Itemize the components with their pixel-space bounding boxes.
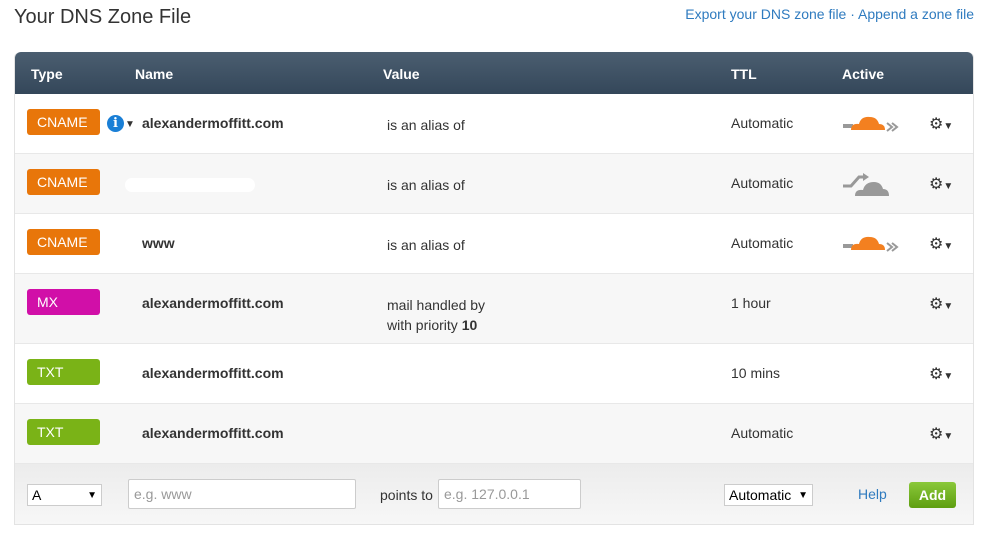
col-type: Type xyxy=(31,66,63,82)
record-row: CNAME is an alias of Automatic ⚙▼ xyxy=(15,154,973,214)
gear-icon[interactable]: ⚙▼ xyxy=(929,294,953,314)
record-ttl[interactable]: Automatic xyxy=(731,425,793,441)
name-input[interactable]: e.g. www xyxy=(128,479,356,509)
col-name: Name xyxy=(135,66,174,82)
points-to-label: points to xyxy=(380,487,433,503)
record-name[interactable]: www xyxy=(142,235,175,251)
record-ttl[interactable]: 1 hour xyxy=(731,295,771,311)
gear-icon[interactable]: ⚙▼ xyxy=(929,424,953,444)
cloud-inactive-icon[interactable] xyxy=(841,170,901,203)
add-record-form: A ▼ e.g. www points to e.g. 127.0.0.1 Aut… xyxy=(15,464,973,524)
add-button[interactable]: Add xyxy=(909,482,956,508)
record-name[interactable]: alexandermoffitt.com xyxy=(142,365,284,381)
record-value[interactable]: is an alias of xyxy=(387,235,465,255)
type-badge[interactable]: CNAME xyxy=(27,229,100,255)
gear-icon[interactable]: ⚙▼ xyxy=(929,234,953,254)
record-row: CNAME www is an alias of Automatic ⚙▼ xyxy=(15,214,973,274)
type-badge[interactable]: TXT xyxy=(27,359,100,385)
page-title: Your DNS Zone File xyxy=(14,6,192,28)
type-select[interactable]: A ▼ xyxy=(27,484,102,506)
cloud-active-icon[interactable] xyxy=(841,230,901,259)
gear-icon[interactable]: ⚙▼ xyxy=(929,364,953,384)
value-input[interactable]: e.g. 127.0.0.1 xyxy=(438,479,581,509)
chevron-down-icon[interactable]: ▼ xyxy=(125,119,135,130)
col-active: Active xyxy=(842,66,885,82)
type-badge[interactable]: TXT xyxy=(27,419,100,445)
record-ttl[interactable]: Automatic xyxy=(731,115,793,131)
record-ttl[interactable]: 10 mins xyxy=(731,365,780,381)
export-link[interactable]: Export your DNS zone file xyxy=(685,6,846,22)
append-link[interactable]: Append a zone file xyxy=(858,6,974,22)
dns-table: Type Name Value TTL Active CNAME i ▼ alexan… xyxy=(14,52,974,525)
record-ttl[interactable]: Automatic xyxy=(731,175,793,191)
record-row: MX alexandermoffitt.com mail handled by wit… xyxy=(15,274,973,344)
type-badge[interactable]: MX xyxy=(27,289,100,315)
record-name[interactable]: alexandermoffitt.com xyxy=(142,295,284,311)
record-row: TXT alexandermoffitt.com Automatic ⚙▼ xyxy=(15,404,973,464)
type-badge[interactable]: CNAME xyxy=(27,109,100,135)
ttl-select[interactable]: Automatic ▼ xyxy=(724,484,813,506)
header-links: Export your DNS zone file · Append a zon… xyxy=(685,6,974,22)
table-header: Type Name Value TTL Active xyxy=(15,52,973,94)
record-ttl[interactable]: Automatic xyxy=(731,235,793,251)
record-value[interactable]: is an alias of xyxy=(387,175,465,195)
info-icon[interactable]: i xyxy=(107,115,124,132)
cloud-active-icon[interactable] xyxy=(841,110,901,139)
record-name[interactable]: alexandermoffitt.com xyxy=(142,115,284,131)
record-row: CNAME i ▼ alexandermoffitt.com is an alias o… xyxy=(15,94,973,154)
record-name[interactable]: alexandermoffitt.com xyxy=(142,425,284,441)
type-badge[interactable]: CNAME xyxy=(27,169,100,195)
col-ttl: TTL xyxy=(731,66,757,82)
record-value[interactable]: is an alias of xyxy=(387,115,465,135)
record-row: TXT alexandermoffitt.com 10 mins ⚙▼ xyxy=(15,344,973,404)
col-value: Value xyxy=(383,66,420,82)
help-link[interactable]: Help xyxy=(858,486,887,502)
gear-icon[interactable]: ⚙▼ xyxy=(929,174,953,194)
gear-icon[interactable]: ⚙▼ xyxy=(929,114,953,134)
record-value[interactable]: mail handled by with priority 10 xyxy=(387,295,485,335)
